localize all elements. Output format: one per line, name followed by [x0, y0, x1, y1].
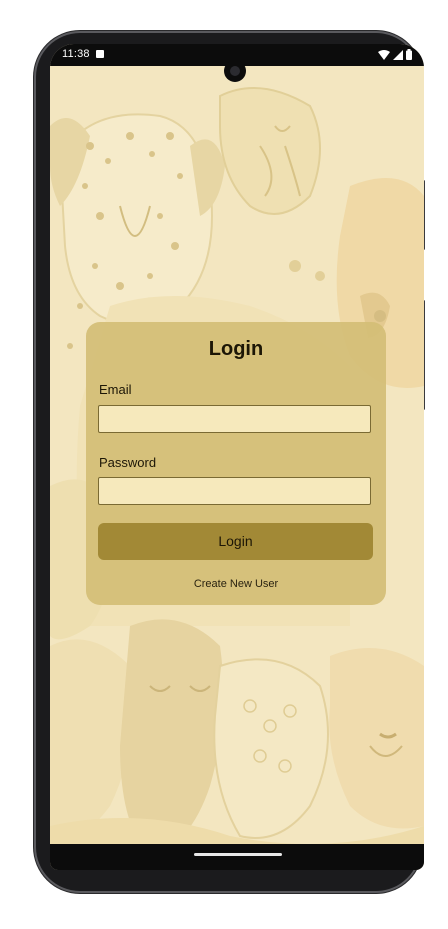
front-camera: [224, 60, 246, 82]
email-label: Email: [99, 382, 132, 397]
battery-icon: [406, 49, 412, 60]
login-title: Login: [208, 338, 264, 360]
status-time: 11:38: [62, 48, 90, 60]
home-indicator[interactable]: [194, 853, 282, 856]
password-field[interactable]: [98, 477, 371, 505]
create-new-user-link[interactable]: Create New User: [86, 578, 386, 590]
navigation-bar: [50, 844, 424, 870]
notification-icon: [96, 50, 104, 58]
status-icons: [378, 49, 412, 60]
email-field[interactable]: [98, 405, 371, 433]
login-button[interactable]: Login: [98, 523, 373, 560]
signal-icon: [393, 49, 403, 60]
password-label: Password: [99, 455, 157, 470]
wifi-icon: [378, 49, 390, 60]
login-card: Login Email Password Login Create New Us…: [86, 322, 386, 605]
screen: 11:38 Login Email Password Login Create …: [50, 44, 424, 870]
